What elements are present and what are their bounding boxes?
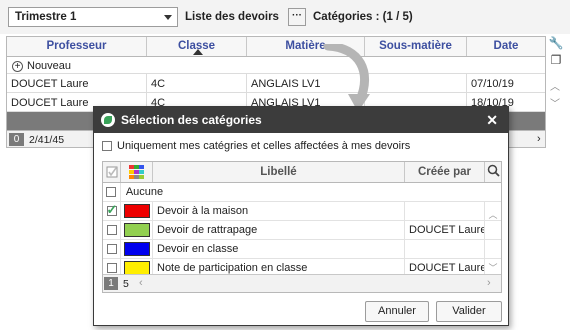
row-checkbox-cell[interactable] — [103, 183, 121, 201]
row-checkbox[interactable] — [106, 244, 117, 254]
validate-button[interactable]: Valider — [436, 301, 502, 322]
col-header-creee-par[interactable]: Créée par — [405, 162, 485, 182]
dialog-title: Sélection des catégories — [121, 113, 262, 127]
list-item[interactable]: Devoir de rattrapage DOUCET Laure — [103, 221, 501, 240]
copy-icon[interactable]: ❐ — [548, 53, 564, 70]
selected-count-badge: 1 — [104, 277, 118, 290]
category-label: Devoir en classe — [153, 240, 405, 258]
category-scrollbar[interactable]: ︿ ﹀ — [486, 184, 500, 274]
row-checkbox[interactable] — [106, 263, 117, 273]
row-checkbox-cell[interactable]: ✓ — [103, 202, 121, 220]
none-label: Aucune — [125, 186, 164, 198]
scroll-up-icon[interactable]: ︿ — [548, 78, 562, 95]
col-header-classe[interactable]: Classe — [147, 37, 247, 56]
categories-label: Catégories : (1 / 5) — [313, 11, 413, 23]
close-icon[interactable]: ✕ — [486, 112, 498, 129]
chevron-down-icon — [164, 15, 172, 20]
selected-count-badge: 0 — [9, 133, 24, 146]
toolbar: Trimestre 1 Liste des devoirs ··· Catégo… — [0, 0, 570, 34]
add-homework-row[interactable]: + Nouveau — [7, 57, 545, 74]
search-icon — [487, 164, 500, 177]
only-mine-filter[interactable]: Uniquement mes catégries et celles affec… — [102, 140, 410, 152]
curved-arrow-icon — [323, 44, 370, 112]
col-header-date[interactable]: Date — [467, 37, 545, 56]
chevron-left-icon[interactable]: ‹ — [139, 277, 143, 289]
dialog-titlebar: Sélection des catégories ✕ — [94, 107, 508, 133]
category-creator — [405, 202, 485, 220]
category-table-footer: 1 5 ‹ › — [103, 274, 501, 292]
chevron-right-icon[interactable]: › — [537, 133, 541, 145]
cell-date: 07/10/19 — [471, 78, 514, 90]
more-options-button[interactable]: ··· — [288, 8, 306, 26]
color-swatch — [123, 204, 150, 218]
scroll-up-icon[interactable]: ︿ — [486, 208, 500, 221]
scroll-down-icon[interactable]: ﹀ — [486, 261, 500, 274]
category-label: Devoir de rattrapage — [153, 221, 405, 239]
cell-professeur: DOUCET Laure — [7, 74, 147, 92]
sort-asc-icon — [193, 49, 203, 55]
check-all-icon — [106, 166, 117, 178]
color-cell — [121, 221, 153, 239]
list-item[interactable]: Aucune — [103, 183, 501, 202]
search-column[interactable] — [485, 162, 501, 182]
cell-sous-matiere — [365, 74, 467, 92]
row-checkbox-cell[interactable] — [103, 240, 121, 258]
color-cell — [121, 202, 153, 220]
col-header-libelle[interactable]: Libellé — [153, 162, 405, 182]
color-swatch — [123, 261, 150, 275]
color-cell — [121, 240, 153, 258]
row-checkbox[interactable] — [106, 187, 117, 197]
scroll-down-icon[interactable]: ﹀ — [548, 95, 562, 112]
period-select[interactable]: Trimestre 1 — [8, 7, 178, 27]
row-count-text: 2/41/45 — [29, 134, 65, 146]
category-creator: DOUCET Laure — [405, 221, 485, 239]
category-label: Devoir à la maison — [153, 202, 405, 220]
list-item[interactable]: Devoir en classe — [103, 240, 501, 259]
select-all-header[interactable] — [103, 162, 121, 182]
color-swatch — [123, 223, 150, 237]
add-label: Nouveau — [27, 60, 72, 72]
app-logo-icon — [101, 113, 115, 127]
period-value: Trimestre 1 — [15, 11, 77, 23]
category-creator — [405, 240, 485, 258]
color-column-header — [121, 162, 153, 182]
color-palette-icon — [128, 165, 144, 179]
cancel-button[interactable]: Annuler — [365, 301, 429, 322]
plus-icon: + — [12, 60, 23, 72]
grid-scrollbar[interactable]: ︿ ﹀ — [548, 78, 562, 112]
row-checkbox-checked[interactable]: ✓ — [106, 202, 117, 217]
homework-list-label: Liste des devoirs — [185, 11, 279, 23]
checkmark-icon: ✓ — [106, 202, 118, 217]
color-swatch — [123, 242, 150, 256]
category-selection-dialog: Sélection des catégories ✕ Uniquement me… — [93, 106, 509, 326]
cell-classe: 4C — [147, 74, 247, 92]
chevron-right-icon[interactable]: › — [487, 277, 491, 289]
grid-header: Professeur Classe Matière Sous-matière D… — [7, 37, 545, 57]
category-table: Libellé Créée par Aucune ✓ Devoir à la m… — [102, 161, 502, 293]
category-table-header: Libellé Créée par — [103, 162, 501, 183]
col-header-sous-matiere[interactable]: Sous-matière — [365, 37, 467, 56]
total-count: 5 — [123, 278, 129, 290]
col-header-professeur[interactable]: Professeur — [7, 37, 147, 56]
only-mine-checkbox[interactable] — [102, 141, 112, 151]
row-checkbox-cell[interactable] — [103, 221, 121, 239]
row-checkbox[interactable] — [106, 225, 117, 235]
only-mine-label: Uniquement mes catégries et celles affec… — [117, 140, 411, 152]
grid-side-tools: 🔧 ❐ — [548, 36, 564, 70]
wrench-icon[interactable]: 🔧 — [548, 36, 564, 53]
table-row[interactable]: DOUCET Laure 4C ANGLAIS LV1 07/10/19 — [7, 74, 545, 93]
list-item[interactable]: ✓ Devoir à la maison — [103, 202, 501, 221]
